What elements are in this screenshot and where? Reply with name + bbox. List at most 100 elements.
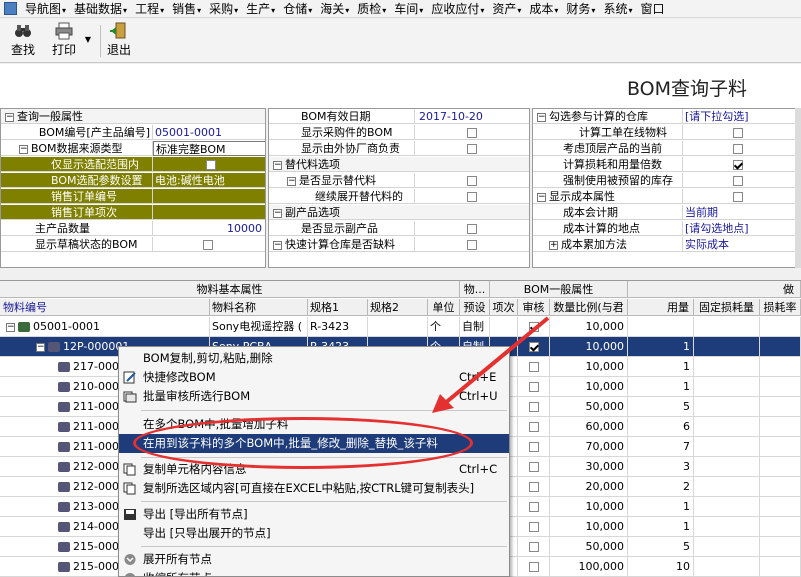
sales-order-no-field[interactable] <box>153 189 265 204</box>
cell-audit[interactable] <box>518 337 550 357</box>
cell-fixed[interactable] <box>694 317 760 337</box>
cell-rate[interactable] <box>760 517 801 537</box>
cell-fixed[interactable] <box>694 557 760 577</box>
cell-rate[interactable] <box>760 497 801 517</box>
menu-assets[interactable]: 资产▾ <box>488 0 525 17</box>
cell-usage[interactable]: 1 <box>628 337 694 357</box>
cell-rate[interactable] <box>760 477 801 497</box>
print-button[interactable]: 打印 <box>48 22 80 60</box>
find-button[interactable]: 查找 <box>8 22 38 60</box>
col-header-usage[interactable]: 用量 <box>628 299 694 316</box>
expand-substitute-checkbox[interactable] <box>467 192 477 202</box>
cell-audit[interactable] <box>518 537 550 557</box>
cell-rate[interactable] <box>760 317 801 337</box>
cell-usage[interactable]: 1 <box>628 497 694 517</box>
cell-fixed[interactable] <box>694 477 760 497</box>
expand-icon[interactable]: + <box>549 240 558 250</box>
cell-usage[interactable]: 2 <box>628 477 694 497</box>
option-params-field[interactable]: 电池:碱性电池 <box>153 173 265 188</box>
cell-unit[interactable]: 个 <box>428 317 460 337</box>
cell-name[interactable]: Sony电视遥控器 ( <box>210 317 308 337</box>
cell-qty[interactable]: 50,000 <box>550 537 628 557</box>
menu-qc[interactable]: 质检▾ <box>353 0 390 17</box>
tree-collapse-icon[interactable]: − <box>36 342 45 352</box>
cell-qty[interactable]: 30,000 <box>550 457 628 477</box>
cell-fixed[interactable] <box>694 397 760 417</box>
cell-audit[interactable] <box>518 357 550 377</box>
cell-usage[interactable]: 5 <box>628 397 694 417</box>
menu-engineering[interactable]: 工程▾ <box>131 0 168 17</box>
cell-audit[interactable] <box>518 517 550 537</box>
cell-qty[interactable]: 10,000 <box>550 357 628 377</box>
audit-checkbox[interactable] <box>528 322 539 332</box>
collapse-icon[interactable]: − <box>537 112 546 122</box>
cell-qty[interactable]: 10,000 <box>550 337 628 357</box>
cell-audit[interactable] <box>518 457 550 477</box>
col-header-fixed-loss[interactable]: 固定损耗量 <box>694 299 760 316</box>
main-qty-field[interactable]: 10000 <box>153 221 265 236</box>
tree-collapse-icon[interactable]: − <box>6 322 15 332</box>
audit-checkbox[interactable] <box>528 542 539 552</box>
menu-item-export-expanded[interactable]: 导出 [只导出展开的节点] <box>119 524 509 543</box>
col-header-code[interactable]: 物料编号 <box>0 299 210 316</box>
col-header-qty-ratio[interactable]: 数量比例(与君 <box>550 299 628 316</box>
cell-rate[interactable] <box>760 537 801 557</box>
cell-fixed[interactable] <box>694 457 760 477</box>
cell-usage[interactable]: 7 <box>628 437 694 457</box>
cell-rate[interactable] <box>760 437 801 457</box>
cell-rate[interactable] <box>760 457 801 477</box>
cell-fixed[interactable] <box>694 497 760 517</box>
menu-item-export-all[interactable]: 导出 [导出所有节点] <box>119 505 509 524</box>
cell-usage[interactable]: 1 <box>628 357 694 377</box>
audit-checkbox[interactable] <box>528 362 539 372</box>
cell-spec1[interactable]: R-3423 <box>308 317 368 337</box>
cell-fixed[interactable] <box>694 517 760 537</box>
cell-audit[interactable] <box>518 477 550 497</box>
menu-window[interactable]: 窗口 <box>636 0 668 17</box>
menu-item-copy-range[interactable]: 复制所选区域内容[可直接在EXCEL中粘贴,按CTRL键可复制表头] <box>119 479 509 498</box>
audit-checkbox[interactable] <box>528 562 539 572</box>
col-header-audit[interactable]: 审核 <box>518 299 550 316</box>
cell-usage[interactable]: 10 <box>628 557 694 577</box>
source-type-select[interactable]: 标准完整BOM <box>153 141 265 156</box>
audit-checkbox[interactable] <box>528 442 539 452</box>
cell-rate[interactable] <box>760 557 801 577</box>
audit-checkbox[interactable] <box>528 402 539 412</box>
cell-audit[interactable] <box>518 317 550 337</box>
cell-audit[interactable] <box>518 557 550 577</box>
cell-fixed[interactable] <box>694 377 760 397</box>
cell-usage[interactable]: 1 <box>628 517 694 537</box>
menu-item-bom-copy[interactable]: BOM复制,剪切,粘贴,删除 <box>119 349 509 368</box>
cell-audit[interactable] <box>518 417 550 437</box>
warehouse-dropdown[interactable]: [请下拉勾选] <box>683 109 795 124</box>
cell-code[interactable]: − 05001-0001 <box>0 317 210 337</box>
audit-checkbox[interactable] <box>528 522 539 532</box>
collapse-icon[interactable]: − <box>19 144 28 154</box>
collapse-icon[interactable]: − <box>273 240 282 250</box>
audit-checkbox[interactable] <box>528 422 539 432</box>
cell-item[interactable] <box>490 317 518 337</box>
cell-fixed[interactable] <box>694 437 760 457</box>
show-substitute-checkbox[interactable] <box>467 176 477 186</box>
audit-checkbox[interactable] <box>528 382 539 392</box>
menu-item-expand-all[interactable]: 展开所有节点 <box>119 550 509 569</box>
menu-system[interactable]: 系统▾ <box>599 0 636 17</box>
collapse-icon[interactable]: − <box>287 176 296 186</box>
cell-qty[interactable]: 70,000 <box>550 437 628 457</box>
reserved-stock-checkbox[interactable] <box>733 176 743 186</box>
shortage-checkbox[interactable] <box>467 240 477 250</box>
col-header-spec1[interactable]: 规格1 <box>308 299 368 316</box>
cell-fixed[interactable] <box>694 337 760 357</box>
cell-fixed[interactable] <box>694 357 760 377</box>
cell-spec2[interactable] <box>368 317 428 337</box>
audit-checkbox[interactable] <box>528 482 539 492</box>
cell-qty[interactable]: 100,000 <box>550 557 628 577</box>
col-header-loss-rate[interactable]: 损耗率 <box>760 299 801 316</box>
exit-button[interactable]: 退出 <box>104 22 134 60</box>
cell-qty[interactable]: 10,000 <box>550 517 628 537</box>
cell-audit[interactable] <box>518 377 550 397</box>
collapse-icon[interactable]: − <box>273 160 282 170</box>
collapse-icon[interactable]: − <box>5 112 14 122</box>
cell-usage[interactable]: 6 <box>628 417 694 437</box>
menu-item-batch-audit[interactable]: 批量审核所选行BOM Ctrl+U <box>119 387 509 406</box>
